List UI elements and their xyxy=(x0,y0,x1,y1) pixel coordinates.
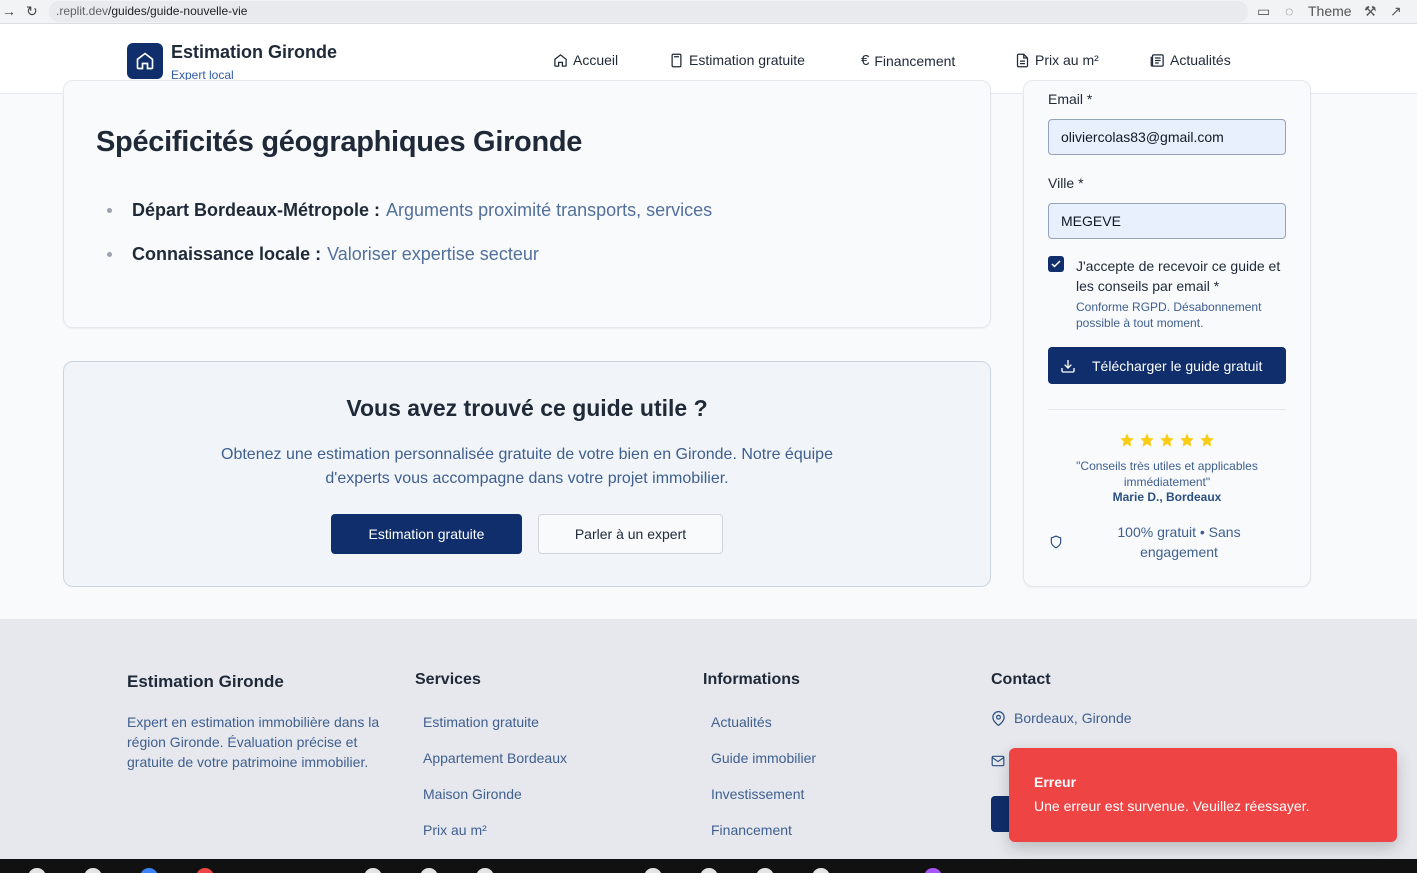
taskbar-app-icon[interactable] xyxy=(812,868,830,873)
geo-item-label: Connaissance locale : xyxy=(132,244,322,264)
browser-toolbar: → ↻ .replit.dev/guides/guide-nouvelle-vi… xyxy=(0,0,1417,24)
bullet-icon xyxy=(107,208,112,213)
cta-title: Vous avez trouvé ce guide utile ? xyxy=(346,395,708,421)
taskbar-app-icon[interactable] xyxy=(924,868,942,873)
logo[interactable] xyxy=(127,43,163,79)
taskbar-app-icon[interactable] xyxy=(756,868,774,873)
url-path: /guides/guide-nouvelle-vie xyxy=(108,4,248,18)
footer-services-title: Services xyxy=(415,671,481,688)
download-icon xyxy=(1061,359,1075,373)
footer-link[interactable]: Investissement xyxy=(711,786,804,802)
home-logo-icon xyxy=(136,52,154,70)
palette-icon[interactable]: ◌ xyxy=(1285,3,1293,19)
theme-label[interactable]: Theme xyxy=(1308,3,1352,19)
taskbar xyxy=(0,859,1417,873)
url-text[interactable]: .replit.dev/guides/guide-nouvelle-vie xyxy=(56,4,247,18)
footer-brand-title: Estimation Gironde xyxy=(127,672,284,691)
document-icon xyxy=(1016,53,1029,67)
nav-estimation[interactable]: Estimation gratuite xyxy=(669,52,805,68)
taskbar-app-icon[interactable] xyxy=(644,868,662,873)
estimation-button[interactable]: Estimation gratuite xyxy=(331,514,522,554)
testimonial-quote: "Conseils très utiles et applicables imm… xyxy=(1076,459,1258,489)
geo-title: Spécificités géographiques Gironde xyxy=(96,126,583,158)
contact-location-text: Bordeaux, Gironde xyxy=(1014,710,1132,726)
geo-item-text: Arguments proximité transports, services xyxy=(386,200,713,220)
consent-checkbox[interactable] xyxy=(1048,256,1064,272)
taskbar-app-icon[interactable] xyxy=(420,868,438,873)
nav-estimation-label: Estimation gratuite xyxy=(689,52,805,68)
talk-expert-button[interactable]: Parler à un expert xyxy=(538,514,723,554)
divider xyxy=(1048,409,1286,410)
wrench-icon[interactable]: ⚒ xyxy=(1364,3,1377,20)
reload-icon[interactable]: ↻ xyxy=(26,3,38,20)
toast-message: Une erreur est survenue. Veuillez réessa… xyxy=(1034,798,1310,814)
footer-link[interactable]: Prix au m² xyxy=(423,822,487,838)
footer-link[interactable]: Maison Gironde xyxy=(423,786,522,802)
nav-accueil-label: Accueil xyxy=(573,52,619,68)
contact-location: Bordeaux, Gironde xyxy=(991,710,1132,726)
footer-link[interactable]: Appartement Bordeaux xyxy=(423,750,567,766)
download-guide-label: Télécharger le guide gratuit xyxy=(1092,357,1263,374)
taskbar-app-icon[interactable] xyxy=(28,868,46,873)
taskbar-app-icon[interactable] xyxy=(476,868,494,873)
shield-icon xyxy=(1050,535,1062,549)
nav-actualites[interactable]: Actualités xyxy=(1150,52,1231,68)
error-toast[interactable]: Erreur Une erreur est survenue. Veuillez… xyxy=(1009,748,1397,842)
footer-link[interactable]: Actualités xyxy=(711,714,772,730)
external-link-icon[interactable]: ↗ xyxy=(1390,3,1402,20)
url-host: .replit.dev xyxy=(56,4,109,18)
consent-label[interactable]: J'accepte de recevoir ce guide et les co… xyxy=(1076,256,1291,296)
email-label: Email * xyxy=(1048,91,1093,107)
footer-link[interactable]: Guide immobilier xyxy=(711,750,816,766)
city-label: Ville * xyxy=(1048,175,1084,191)
taskbar-app-icon[interactable] xyxy=(364,868,382,873)
nav-financement[interactable]: € Financement xyxy=(861,52,955,69)
checkmark-icon xyxy=(1051,260,1061,268)
geo-item-text: Valoriser expertise secteur xyxy=(327,244,539,264)
free-note: 100% gratuit • Sans engagement xyxy=(1117,524,1241,560)
devices-icon[interactable]: ▭ xyxy=(1257,3,1270,20)
taskbar-app-icon[interactable] xyxy=(196,868,214,873)
forward-arrow-icon[interactable]: → xyxy=(2,3,16,19)
nav-actualites-label: Actualités xyxy=(1170,52,1231,68)
taskbar-app-icon[interactable] xyxy=(140,868,158,873)
star-icon xyxy=(1200,433,1214,447)
map-pin-icon xyxy=(992,710,1005,726)
footer-info-title: Informations xyxy=(703,671,800,688)
calculator-icon xyxy=(671,53,682,67)
home-icon xyxy=(554,53,567,67)
geo-item: Départ Bordeaux-Métropole : Arguments pr… xyxy=(107,200,712,221)
nav-financement-label: Financement xyxy=(874,52,956,69)
euro-icon: € xyxy=(861,52,870,69)
newspaper-icon xyxy=(1150,53,1164,67)
star-icon xyxy=(1160,433,1174,447)
star-icon xyxy=(1120,433,1134,447)
nav-prix[interactable]: Prix au m² xyxy=(1015,52,1099,68)
geo-item: Connaissance locale : Valoriser expertis… xyxy=(107,244,539,265)
star-icon xyxy=(1180,433,1194,447)
brand-title[interactable]: Estimation Gironde xyxy=(171,42,337,63)
footer-contact-title: Contact xyxy=(991,671,1051,688)
testimonial-author: Marie D., Bordeaux xyxy=(1112,490,1222,504)
nav-accueil[interactable]: Accueil xyxy=(553,52,618,68)
city-field[interactable] xyxy=(1048,203,1286,239)
bullet-icon xyxy=(107,252,112,257)
taskbar-app-icon[interactable] xyxy=(700,868,718,873)
star-icon xyxy=(1140,433,1154,447)
taskbar-app-icon[interactable] xyxy=(84,868,102,873)
nav-prix-label: Prix au m² xyxy=(1035,52,1099,68)
consent-note: Conforme RGPD. Désabonnement possible à … xyxy=(1076,300,1262,330)
mail-icon xyxy=(991,755,1005,767)
cta-text: Obtenez une estimation personnalisée gra… xyxy=(221,446,833,487)
toast-title: Erreur xyxy=(1034,774,1077,790)
rating-stars xyxy=(1048,432,1286,453)
footer-brand-desc: Expert en estimation immobilière dans la… xyxy=(127,714,380,770)
footer-link[interactable]: Estimation gratuite xyxy=(423,714,539,730)
footer-link[interactable]: Financement xyxy=(711,822,792,838)
guide-form-card xyxy=(1023,80,1311,587)
email-field[interactable] xyxy=(1048,119,1286,155)
download-guide-button[interactable]: Télécharger le guide gratuit xyxy=(1048,347,1286,384)
geo-item-label: Départ Bordeaux-Métropole : xyxy=(132,200,381,220)
